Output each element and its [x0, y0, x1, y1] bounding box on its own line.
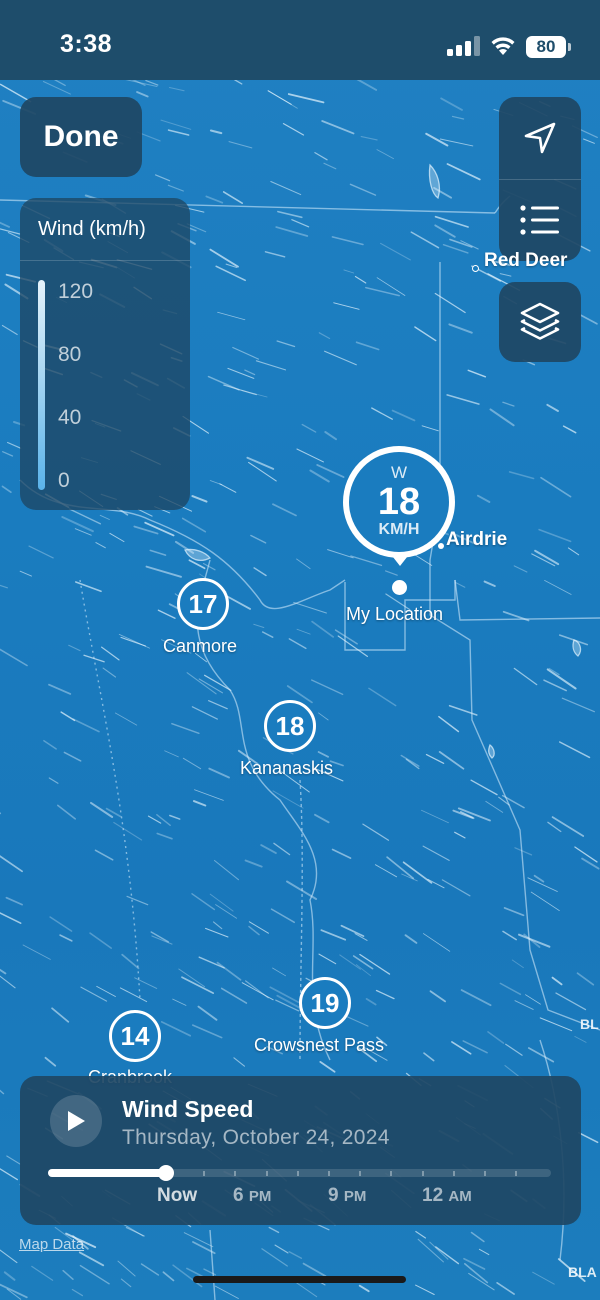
wind-pin-kananaskis[interactable]: 18	[264, 700, 316, 752]
done-button[interactable]: Done	[20, 97, 142, 177]
pin-pointer	[389, 552, 411, 566]
wind-speed-value: 18	[377, 481, 421, 523]
timeline-tick	[297, 1171, 299, 1176]
legend-label-120: 120	[58, 280, 94, 303]
wind-speed-unit: KM/H	[378, 521, 420, 538]
place-label-canmore[interactable]: Canmore	[163, 636, 237, 657]
timeline-slider[interactable]	[48, 1165, 551, 1181]
locate-button[interactable]	[499, 97, 581, 179]
red-deer-marker[interactable]	[472, 265, 479, 272]
battery-indicator: 80	[526, 36, 571, 58]
map-data-link[interactable]: Map Data	[19, 1236, 84, 1253]
time-label-now: Now	[157, 1185, 198, 1206]
wind-direction: W	[390, 463, 408, 482]
timeline-tick	[484, 1171, 486, 1176]
location-arrow-icon	[524, 122, 556, 154]
timeline-date: Thursday, October 24, 2024	[122, 1126, 390, 1149]
place-label-red-deer[interactable]: Red Deer	[484, 250, 567, 272]
layers-icon	[520, 302, 560, 340]
status-time: 3:38	[60, 30, 113, 58]
legend-label-0: 0	[58, 469, 70, 492]
place-label-my-location[interactable]: My Location	[346, 604, 443, 625]
timeline-panel: Wind Speed Thursday, October 24, 2024 No…	[20, 1076, 581, 1225]
list-icon	[520, 205, 559, 235]
wind-legend: Wind (km/h) 120 80 40 0	[20, 198, 190, 510]
timeline-tick	[234, 1171, 236, 1176]
wind-pin-cranbrook[interactable]: 14	[109, 1010, 161, 1062]
current-location-wind-pin-inner: W 18 KM/H	[349, 452, 449, 552]
my-location-dot[interactable]	[392, 580, 407, 595]
locations-list-button[interactable]	[499, 179, 581, 261]
legend-color-scale	[38, 280, 45, 490]
place-label-kananaskis[interactable]: Kananaskis	[240, 758, 333, 779]
place-label-crowsnest-pass[interactable]: Crowsnest Pass	[254, 1035, 384, 1056]
time-label-12am: 12 AM	[422, 1185, 472, 1206]
play-icon	[68, 1111, 85, 1131]
play-button[interactable]	[50, 1095, 102, 1147]
timeline-title: Wind Speed	[122, 1096, 254, 1122]
timeline-tick	[515, 1171, 517, 1176]
wifi-icon	[491, 37, 515, 55]
time-label-6pm: 6 PM	[233, 1185, 272, 1206]
wind-pin-crowsnest-pass[interactable]: 19	[299, 977, 351, 1029]
timeline-tick	[203, 1171, 205, 1176]
timeline-tick	[359, 1171, 361, 1176]
cellular-signal-icon	[447, 36, 480, 56]
time-label-9pm: 9 PM	[328, 1185, 367, 1206]
legend-divider	[20, 260, 190, 261]
map-controls	[499, 97, 581, 261]
timeline-progress	[48, 1169, 166, 1177]
wind-pin-canmore[interactable]: 17	[177, 578, 229, 630]
timeline-tick	[328, 1171, 330, 1176]
current-location-wind-pin[interactable]: W 18 KM/H	[343, 446, 455, 558]
airdrie-marker[interactable]	[438, 543, 444, 549]
legend-label-80: 80	[58, 343, 82, 366]
timeline-tick	[453, 1171, 455, 1176]
edge-place-label: BL	[580, 1016, 599, 1032]
edge-place-label: BLA	[568, 1264, 597, 1280]
legend-label-40: 40	[58, 406, 82, 429]
timeline-tick	[266, 1171, 268, 1176]
timeline-tick	[422, 1171, 424, 1176]
home-indicator[interactable]	[193, 1276, 406, 1283]
status-bar: 3:38 80	[0, 0, 600, 80]
timeline-tick	[390, 1171, 392, 1176]
legend-title: Wind (km/h)	[38, 218, 146, 240]
timeline-thumb[interactable]	[158, 1165, 174, 1181]
place-label-airdrie[interactable]: Airdrie	[446, 529, 507, 551]
map-layers-button[interactable]	[499, 282, 581, 362]
